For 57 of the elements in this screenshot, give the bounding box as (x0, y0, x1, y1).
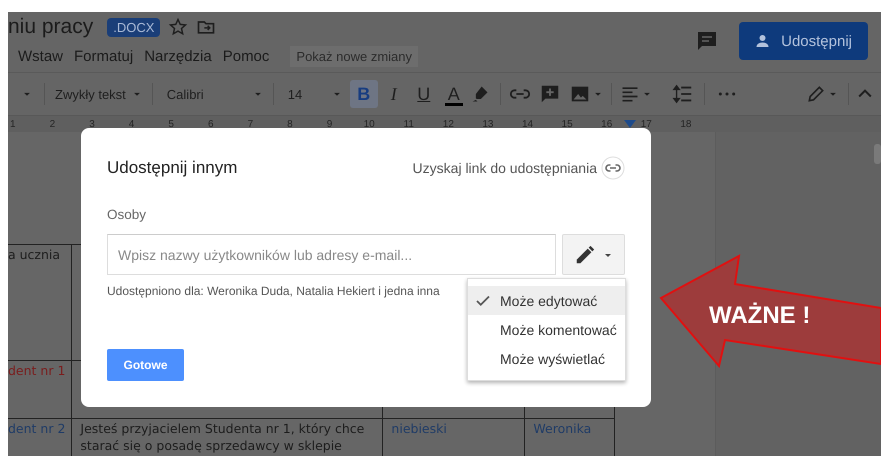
scrollbar-thumb[interactable] (874, 144, 881, 164)
get-link-button[interactable]: Uzyskaj link do udostępniania (412, 156, 625, 180)
add-comment-icon[interactable] (538, 83, 561, 105)
menu-item[interactable]: Narzędzia (144, 48, 212, 64)
style-dropdown[interactable]: Zwykły tekst (51, 86, 130, 102)
table-cell: a ucznia (8, 247, 60, 262)
link-icon (601, 156, 625, 180)
ruler-number: 17 (640, 118, 652, 130)
people-input[interactable]: Wpisz nazwy użytkowników lub adresy e-mail... (107, 234, 556, 275)
share-button[interactable]: Udostępnij (739, 22, 868, 60)
line-spacing-icon[interactable] (672, 83, 694, 105)
menu-item[interactable]: Wstaw (18, 48, 63, 64)
ruler-number: 18 (680, 118, 692, 130)
permission-option[interactable]: Może komentować (468, 315, 625, 344)
ruler-number: 16 (601, 118, 612, 130)
menu-item[interactable]: Formatuj (74, 48, 134, 64)
ruler-number: 12 (442, 118, 454, 130)
bold-button[interactable]: B (350, 80, 378, 108)
underline-button[interactable]: U (410, 80, 438, 108)
font-size-dropdown[interactable]: 14 (284, 86, 330, 102)
pencil-icon[interactable] (806, 84, 826, 104)
italic-button[interactable]: I (380, 80, 408, 108)
done-button[interactable]: Gotowe (107, 349, 184, 381)
ruler-number: 15 (562, 118, 573, 130)
dialog-title: Udostępnij innym (107, 158, 238, 178)
font-dropdown[interactable]: Calibri (162, 86, 251, 102)
people-label: Osoby (107, 207, 148, 222)
callout-text: WAŻNE ! (709, 302, 810, 330)
permission-option[interactable]: Może wyświetlać (468, 344, 625, 373)
table-cell: Weronika (533, 421, 592, 436)
changes-chip[interactable]: Pokaż nowe zmiany (290, 46, 418, 66)
document-title[interactable]: niu pracy (8, 15, 94, 39)
format-badge: .DOCX (107, 18, 160, 36)
ruler-number: 8 (287, 118, 293, 130)
table-cell: niebieski (391, 421, 447, 436)
ruler-number: 7 (248, 118, 254, 130)
menu-item[interactable]: Pomoc (222, 48, 270, 64)
table-cell: dent nr 2 (8, 421, 66, 436)
ruler-number: 2 (50, 118, 56, 130)
permission-option[interactable]: Może edytować (468, 286, 625, 315)
ruler-number: 11 (404, 118, 414, 130)
ruler-number: 6 (208, 118, 214, 130)
table-cell: dent nr 1 (8, 363, 66, 378)
text-color-button[interactable]: A (440, 80, 468, 108)
ruler-number: 5 (168, 118, 174, 130)
ruler-number: 13 (482, 118, 494, 130)
ruler-number: 9 (326, 118, 332, 130)
ruler-number: 14 (522, 118, 534, 130)
ruler-number: 1 (10, 118, 16, 130)
star-icon[interactable] (168, 17, 188, 37)
table-cell: Jesteś przyjacielem Studenta nr 1, który chce starać się o posadę sprzedawcy w sklepie (80, 421, 364, 453)
ruler-number: 3 (89, 118, 95, 130)
ruler-number: 10 (364, 118, 375, 130)
shared-with-text: Udostępniono dla: Weronika Duda, Natalia Hekiert i jedna inna (107, 284, 441, 298)
indent-marker-icon[interactable] (624, 120, 636, 130)
permission-button[interactable] (562, 234, 625, 275)
ruler-number: 4 (128, 118, 134, 130)
